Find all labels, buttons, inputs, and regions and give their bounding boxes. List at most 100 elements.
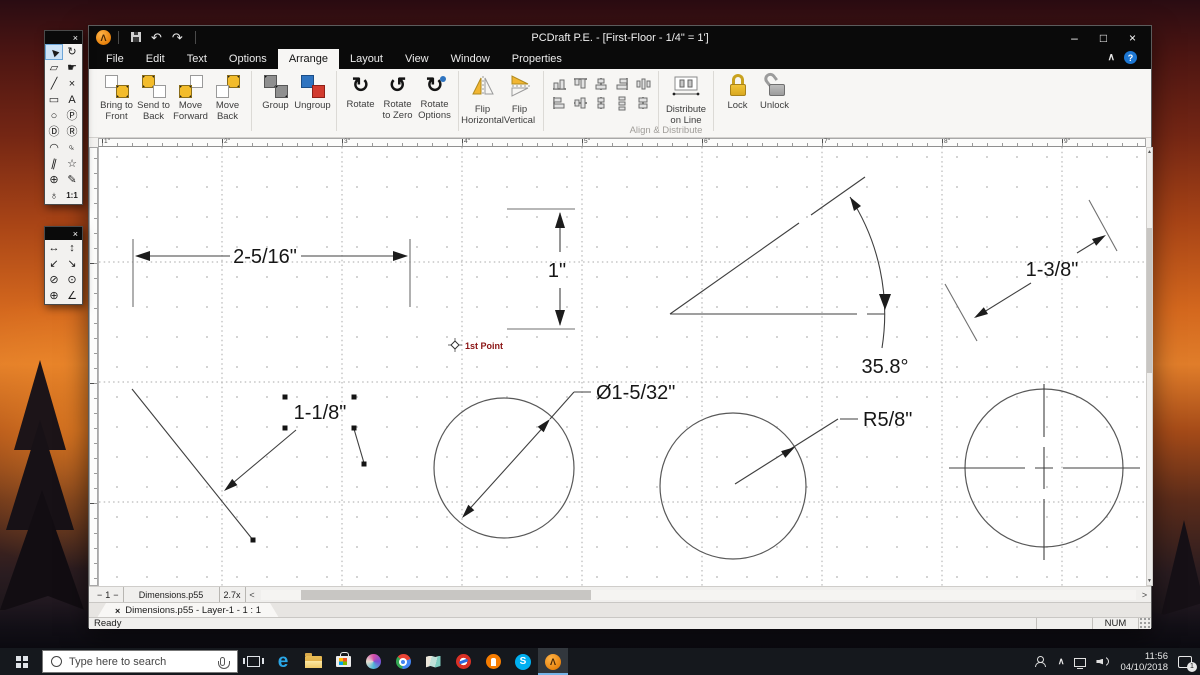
rotate-to-zero-button[interactable]: ↺ Rotate to Zero bbox=[379, 71, 416, 121]
tab-file[interactable]: File bbox=[95, 49, 135, 69]
align-left-icon[interactable] bbox=[549, 95, 569, 113]
tab-properties[interactable]: Properties bbox=[501, 49, 573, 69]
speaker-icon[interactable] bbox=[1096, 656, 1110, 668]
distribute-horizontal-icon[interactable] bbox=[633, 76, 653, 94]
star-tool[interactable]: ☆ bbox=[63, 156, 81, 172]
dim-diameter-tool[interactable]: ⊘ bbox=[45, 272, 63, 288]
distribute-center-icon[interactable] bbox=[633, 95, 653, 113]
horizontal-scroll-thumb[interactable] bbox=[300, 589, 591, 600]
dim-rotated-tool[interactable]: ↘ bbox=[63, 256, 81, 272]
network-icon[interactable] bbox=[1074, 657, 1087, 669]
edge-button[interactable]: e bbox=[268, 648, 298, 675]
tab-options[interactable]: Options bbox=[218, 49, 278, 69]
polygon-tool[interactable]: Ⓟ bbox=[63, 108, 81, 124]
select-tool[interactable]: ▶ bbox=[45, 44, 63, 60]
dim-angle-tool[interactable]: ∠ bbox=[63, 288, 81, 304]
document-name-button[interactable]: Dimensions.p55 bbox=[124, 587, 220, 602]
taskbar-clock[interactable]: 11:56 04/10/2018 bbox=[1120, 651, 1168, 673]
scroll-right-icon[interactable]: > bbox=[1138, 587, 1151, 602]
flip-vertical-button[interactable]: Flip Vertical bbox=[501, 71, 538, 126]
task-view-button[interactable] bbox=[238, 648, 268, 675]
ungroup-button[interactable]: Ungroup bbox=[294, 71, 331, 112]
tray-chevron-up-icon[interactable]: ∧ bbox=[1058, 656, 1065, 667]
reshape-tool[interactable]: ▱ bbox=[45, 60, 63, 76]
palette-close-icon[interactable]: × bbox=[73, 33, 78, 43]
palette-title-bar[interactable]: × bbox=[45, 31, 82, 44]
drawing-canvas[interactable]: 2-5/16" 1" 35.8° 1-3/8" 1-1/8" Ø1-5/32" … bbox=[98, 147, 1147, 586]
palette-title-bar[interactable]: × bbox=[45, 227, 82, 240]
symbol-tool[interactable]: ⊕ bbox=[45, 172, 63, 188]
dimension-radius[interactable]: R5/8" bbox=[659, 409, 912, 560]
rotate-button[interactable]: ↻ Rotate bbox=[342, 71, 379, 111]
align-top-icon[interactable] bbox=[570, 76, 590, 94]
chrome-button[interactable] bbox=[388, 648, 418, 675]
freeform-tool[interactable]: ◠ bbox=[45, 140, 63, 156]
group-button[interactable]: Group bbox=[257, 71, 294, 112]
rectangle-tool[interactable]: ▭ bbox=[45, 92, 63, 108]
tab-window[interactable]: Window bbox=[440, 49, 501, 69]
line-tool[interactable]: ╱ bbox=[45, 76, 63, 92]
help-icon[interactable]: ? bbox=[1124, 51, 1137, 64]
maximize-button[interactable]: □ bbox=[1089, 26, 1118, 49]
align-center-vertical-axis-icon[interactable] bbox=[591, 76, 611, 94]
search-input[interactable] bbox=[69, 655, 220, 668]
taskbar-search[interactable] bbox=[42, 650, 238, 673]
orange-app-button[interactable] bbox=[478, 648, 508, 675]
skype-button[interactable]: S bbox=[508, 648, 538, 675]
send-to-back-button[interactable]: Send to Back bbox=[135, 71, 172, 122]
store-button[interactable] bbox=[328, 648, 358, 675]
action-center-icon[interactable]: 1 bbox=[1178, 655, 1197, 672]
distribute-on-line-button[interactable]: Distribute on Line bbox=[664, 71, 708, 126]
dim-horizontal-tool[interactable]: ↔ bbox=[45, 240, 63, 256]
bring-to-front-button[interactable]: Bring to Front bbox=[98, 71, 135, 122]
zoom-level-button[interactable]: 2.7x bbox=[220, 587, 246, 602]
parallel-lines-tool[interactable]: ∥ bbox=[45, 156, 63, 172]
palette-close-icon[interactable]: × bbox=[73, 229, 78, 239]
tab-close-icon[interactable]: × bbox=[115, 606, 120, 616]
dimension-linear-horizontal[interactable]: 2-5/16" bbox=[132, 239, 411, 307]
callout-tool[interactable]: ♁ bbox=[45, 188, 63, 204]
tab-text[interactable]: Text bbox=[176, 49, 218, 69]
dim-radius-tool[interactable]: ⊙ bbox=[63, 272, 81, 288]
break-tool[interactable]: × bbox=[63, 76, 81, 92]
door-tool[interactable]: Ⓓ bbox=[45, 124, 63, 140]
horizontal-scrollbar[interactable] bbox=[260, 589, 1136, 600]
tab-layout[interactable]: Layout bbox=[339, 49, 394, 69]
dimension-aligned[interactable]: 1-3/8" bbox=[944, 199, 1118, 342]
page-spinner[interactable]: − 1 − bbox=[89, 587, 124, 602]
scroll-up-icon[interactable]: ▲ bbox=[1147, 149, 1152, 155]
move-forward-button[interactable]: Move Forward bbox=[172, 71, 209, 122]
scroll-down-icon[interactable]: ▼ bbox=[1147, 578, 1152, 584]
dimension-linear-vertical[interactable]: 1" bbox=[507, 208, 575, 330]
tab-arrange[interactable]: Arrange bbox=[277, 49, 339, 69]
redo-button[interactable]: ↷ bbox=[167, 31, 188, 44]
start-button[interactable] bbox=[0, 648, 42, 675]
vertical-scrollbar[interactable]: ▲ ▼ bbox=[1146, 147, 1153, 586]
dim-vertical-tool[interactable]: ↕ bbox=[63, 240, 81, 256]
align-right-icon[interactable] bbox=[612, 76, 632, 94]
flip-horizontal-button[interactable]: Flip Horizontal bbox=[461, 71, 504, 126]
file-explorer-button[interactable] bbox=[298, 648, 328, 675]
actual-size-tool[interactable]: 1:1 bbox=[63, 188, 81, 204]
circle-with-center-mark[interactable] bbox=[949, 384, 1140, 560]
document-tab[interactable]: × Dimensions.p55 - Layer-1 - 1 : 1 bbox=[97, 603, 279, 618]
page-next-icon[interactable]: − bbox=[113, 590, 118, 600]
scroll-left-icon[interactable]: < bbox=[246, 587, 259, 602]
align-middle-icon[interactable] bbox=[570, 95, 590, 113]
ellipse-tool[interactable]: ○ bbox=[45, 108, 63, 124]
dim-aligned-tool[interactable]: ↙ bbox=[45, 256, 63, 272]
mirror-tool[interactable]: ♀ bbox=[63, 140, 81, 156]
vertical-scroll-thumb[interactable] bbox=[1147, 228, 1152, 373]
align-center-icon[interactable] bbox=[591, 95, 611, 113]
microphone-icon[interactable] bbox=[217, 657, 230, 669]
dimension-diameter[interactable]: Ø1-5/32" bbox=[433, 382, 675, 539]
rotate-tool[interactable]: ↻ bbox=[63, 44, 81, 60]
roof-tool[interactable]: Ⓡ bbox=[63, 124, 81, 140]
dimension-leader-selected[interactable]: 1-1/8" bbox=[131, 388, 367, 543]
unlock-button[interactable]: Unlock bbox=[756, 70, 793, 112]
maps-app-button[interactable] bbox=[418, 648, 448, 675]
close-button[interactable]: × bbox=[1118, 26, 1147, 49]
pcdraft-taskbar-button[interactable]: Λ bbox=[538, 648, 568, 675]
app-logo-icon[interactable]: Λ bbox=[96, 30, 111, 45]
tab-view[interactable]: View bbox=[394, 49, 440, 69]
